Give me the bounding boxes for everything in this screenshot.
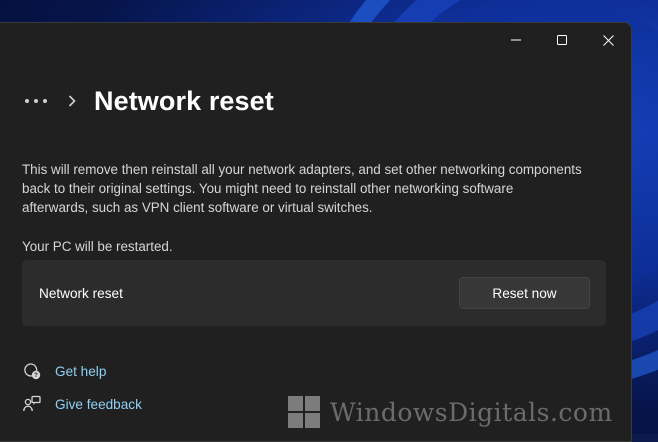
windows-logo-icon <box>288 396 320 428</box>
get-help-link[interactable]: ? Get help <box>22 361 106 381</box>
description-text: This will remove then reinstall all your… <box>22 162 582 215</box>
maximize-icon <box>557 35 567 45</box>
watermark: WindowsDigitals.com <box>286 392 613 432</box>
give-feedback-label: Give feedback <box>55 396 142 412</box>
close-button[interactable] <box>585 23 631 57</box>
breadcrumb: Network reset <box>22 83 274 119</box>
maximize-button[interactable] <box>539 23 585 57</box>
breadcrumb-more-button[interactable] <box>22 87 50 115</box>
close-icon <box>602 34 614 46</box>
minimize-icon <box>511 39 521 41</box>
give-feedback-link[interactable]: Give feedback <box>22 394 142 414</box>
help-chat-icon: ? <box>22 361 42 381</box>
title-bar-controls <box>493 23 631 57</box>
minimize-button[interactable] <box>493 23 539 57</box>
network-reset-card: Network reset Reset now <box>22 260 606 326</box>
chevron-right-icon <box>64 95 80 107</box>
settings-window: Network reset This will remove then rein… <box>0 22 632 442</box>
feedback-icon <box>22 394 42 414</box>
get-help-label: Get help <box>55 363 107 379</box>
svg-text:?: ? <box>34 373 38 379</box>
more-dots-icon <box>25 99 47 103</box>
page-title: Network reset <box>94 85 274 116</box>
reset-now-button[interactable]: Reset now <box>459 277 590 309</box>
card-label: Network reset <box>39 286 123 301</box>
restart-note: Your PC will be restarted. <box>22 239 173 254</box>
watermark-text: WindowsDigitals.com <box>330 397 613 427</box>
